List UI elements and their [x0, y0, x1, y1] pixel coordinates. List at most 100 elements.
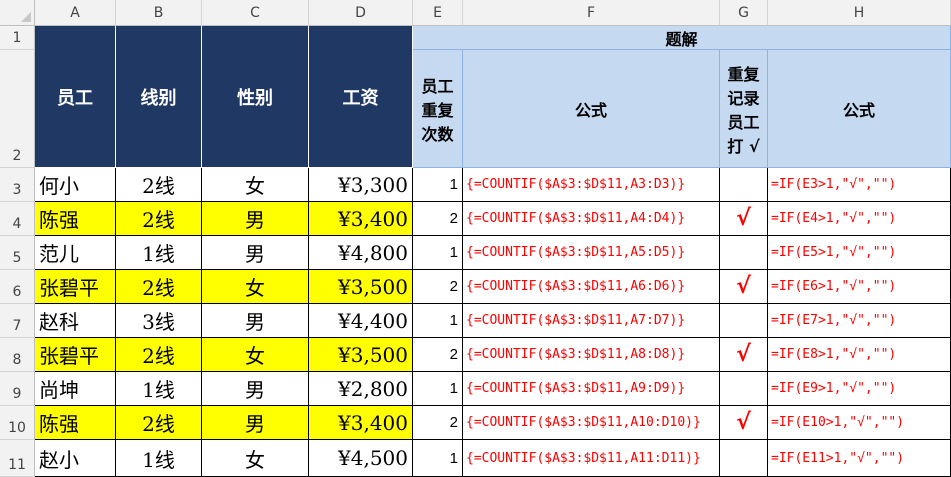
cell-repeat-count[interactable]: 1 — [413, 372, 463, 406]
row-header-11[interactable]: 11 — [0, 440, 35, 477]
cell-countif-formula[interactable]: {=COUNTIF($A$3:$D$11,A4:D4)} — [463, 202, 720, 236]
cell-if-formula[interactable]: =IF(E3>1,"√","") — [768, 168, 951, 202]
cell-gender[interactable]: 女 — [202, 440, 309, 477]
cell-employee-name[interactable]: 陈强 — [35, 406, 116, 440]
header-solution[interactable]: 题解 — [413, 26, 951, 50]
cell-salary[interactable]: ¥4,800 — [309, 236, 413, 270]
cell-countif-formula[interactable]: {=COUNTIF($A$3:$D$11,A6:D6)} — [463, 270, 720, 304]
row-header-8[interactable]: 8 — [0, 338, 35, 372]
cell-repeat-mark[interactable] — [720, 372, 768, 406]
cell-gender[interactable]: 男 — [202, 202, 309, 236]
cell-if-formula[interactable]: =IF(E5>1,"√","") — [768, 236, 951, 270]
row-header-9[interactable]: 9 — [0, 372, 35, 406]
cell-gender[interactable]: 女 — [202, 270, 309, 304]
cell-line[interactable]: 2线 — [116, 202, 202, 236]
row-header-1[interactable]: 1 — [0, 26, 35, 50]
cell-gender[interactable]: 男 — [202, 406, 309, 440]
column-header-g[interactable]: G — [720, 0, 768, 26]
cell-repeat-mark[interactable] — [720, 168, 768, 202]
cell-line[interactable]: 2线 — [116, 168, 202, 202]
cell-repeat-count[interactable]: 1 — [413, 236, 463, 270]
cell-countif-formula[interactable]: {=COUNTIF($A$3:$D$11,A8:D8)} — [463, 338, 720, 372]
cell-salary[interactable]: ¥3,400 — [309, 202, 413, 236]
cell-salary[interactable]: ¥4,400 — [309, 304, 413, 338]
column-header-d[interactable]: D — [309, 0, 413, 26]
cell-salary[interactable]: ¥2,800 — [309, 372, 413, 406]
cell-gender[interactable]: 男 — [202, 236, 309, 270]
cell-line[interactable]: 1线 — [116, 440, 202, 477]
cell-line[interactable]: 2线 — [116, 338, 202, 372]
cell-gender[interactable]: 男 — [202, 372, 309, 406]
cell-salary[interactable]: ¥4,500 — [309, 440, 413, 477]
column-header-b[interactable]: B — [116, 0, 202, 26]
cell-employee-name[interactable]: 张碧平 — [35, 270, 116, 304]
cell-repeat-mark[interactable] — [720, 236, 768, 270]
cell-countif-formula[interactable]: {=COUNTIF($A$3:$D$11,A5:D5)} — [463, 236, 720, 270]
column-header-e[interactable]: E — [413, 0, 463, 26]
cell-repeat-count[interactable]: 2 — [413, 406, 463, 440]
cell-employee-name[interactable]: 赵小 — [35, 440, 116, 477]
cell-employee-name[interactable]: 陈强 — [35, 202, 116, 236]
header-gender[interactable]: 性别 — [202, 26, 309, 168]
cell-line[interactable]: 2线 — [116, 406, 202, 440]
column-header-a[interactable]: A — [35, 0, 116, 26]
cell-repeat-count[interactable]: 2 — [413, 338, 463, 372]
cell-line[interactable]: 1线 — [116, 372, 202, 406]
row-header-5[interactable]: 5 — [0, 236, 35, 270]
cell-countif-formula[interactable]: {=COUNTIF($A$3:$D$11,A11:D11)} — [463, 440, 720, 477]
header-repeat-mark[interactable]: 重复记录员工打 √ — [720, 50, 768, 168]
cell-repeat-mark[interactable]: √ — [720, 338, 768, 372]
cell-if-formula[interactable]: =IF(E9>1,"√","") — [768, 372, 951, 406]
cell-repeat-count[interactable]: 2 — [413, 202, 463, 236]
cell-repeat-mark[interactable] — [720, 440, 768, 477]
column-header-f[interactable]: F — [463, 0, 720, 26]
column-header-c[interactable]: C — [202, 0, 309, 26]
cell-if-formula[interactable]: =IF(E7>1,"√","") — [768, 304, 951, 338]
cell-line[interactable]: 3线 — [116, 304, 202, 338]
cell-repeat-count[interactable]: 2 — [413, 270, 463, 304]
cell-if-formula[interactable]: =IF(E11>1,"√","") — [768, 440, 951, 477]
cell-employee-name[interactable]: 范儿 — [35, 236, 116, 270]
cell-repeat-count[interactable]: 1 — [413, 168, 463, 202]
cell-salary[interactable]: ¥3,500 — [309, 270, 413, 304]
cell-repeat-mark[interactable]: √ — [720, 270, 768, 304]
row-header-7[interactable]: 7 — [0, 304, 35, 338]
row-header-3[interactable]: 3 — [0, 168, 35, 202]
cell-countif-formula[interactable]: {=COUNTIF($A$3:$D$11,A3:D3)} — [463, 168, 720, 202]
cell-salary[interactable]: ¥3,500 — [309, 338, 413, 372]
cell-line[interactable]: 2线 — [116, 270, 202, 304]
cell-salary[interactable]: ¥3,300 — [309, 168, 413, 202]
cell-line[interactable]: 1线 — [116, 236, 202, 270]
cell-repeat-count[interactable]: 1 — [413, 440, 463, 477]
cell-repeat-mark[interactable]: √ — [720, 406, 768, 440]
header-formula-f[interactable]: 公式 — [463, 50, 720, 168]
cell-employee-name[interactable]: 尚坤 — [35, 372, 116, 406]
row-header-2[interactable]: 2 — [0, 50, 35, 168]
row-header-6[interactable]: 6 — [0, 270, 35, 304]
header-line[interactable]: 线别 — [116, 26, 202, 168]
row-header-10[interactable]: 10 — [0, 406, 35, 440]
cell-repeat-mark[interactable] — [720, 304, 768, 338]
cell-gender[interactable]: 女 — [202, 338, 309, 372]
header-repeat-count[interactable]: 员工重复次数 — [413, 50, 463, 168]
cell-countif-formula[interactable]: {=COUNTIF($A$3:$D$11,A9:D9)} — [463, 372, 720, 406]
header-formula-h[interactable]: 公式 — [768, 50, 951, 168]
cell-gender[interactable]: 女 — [202, 168, 309, 202]
header-salary[interactable]: 工资 — [309, 26, 413, 168]
cell-employee-name[interactable]: 赵科 — [35, 304, 116, 338]
cell-gender[interactable]: 男 — [202, 304, 309, 338]
row-header-4[interactable]: 4 — [0, 202, 35, 236]
header-employee[interactable]: 员工 — [35, 26, 116, 168]
cell-employee-name[interactable]: 何小 — [35, 168, 116, 202]
cell-if-formula[interactable]: =IF(E4>1,"√","") — [768, 202, 951, 236]
cell-salary[interactable]: ¥3,400 — [309, 406, 413, 440]
column-header-h[interactable]: H — [768, 0, 951, 26]
cell-if-formula[interactable]: =IF(E6>1,"√","") — [768, 270, 951, 304]
select-all-corner[interactable] — [0, 0, 35, 26]
cell-if-formula[interactable]: =IF(E8>1,"√","") — [768, 338, 951, 372]
cell-countif-formula[interactable]: {=COUNTIF($A$3:$D$11,A7:D7)} — [463, 304, 720, 338]
cell-repeat-mark[interactable]: √ — [720, 202, 768, 236]
cell-if-formula[interactable]: =IF(E10>1,"√","") — [768, 406, 951, 440]
cell-repeat-count[interactable]: 1 — [413, 304, 463, 338]
cell-employee-name[interactable]: 张碧平 — [35, 338, 116, 372]
